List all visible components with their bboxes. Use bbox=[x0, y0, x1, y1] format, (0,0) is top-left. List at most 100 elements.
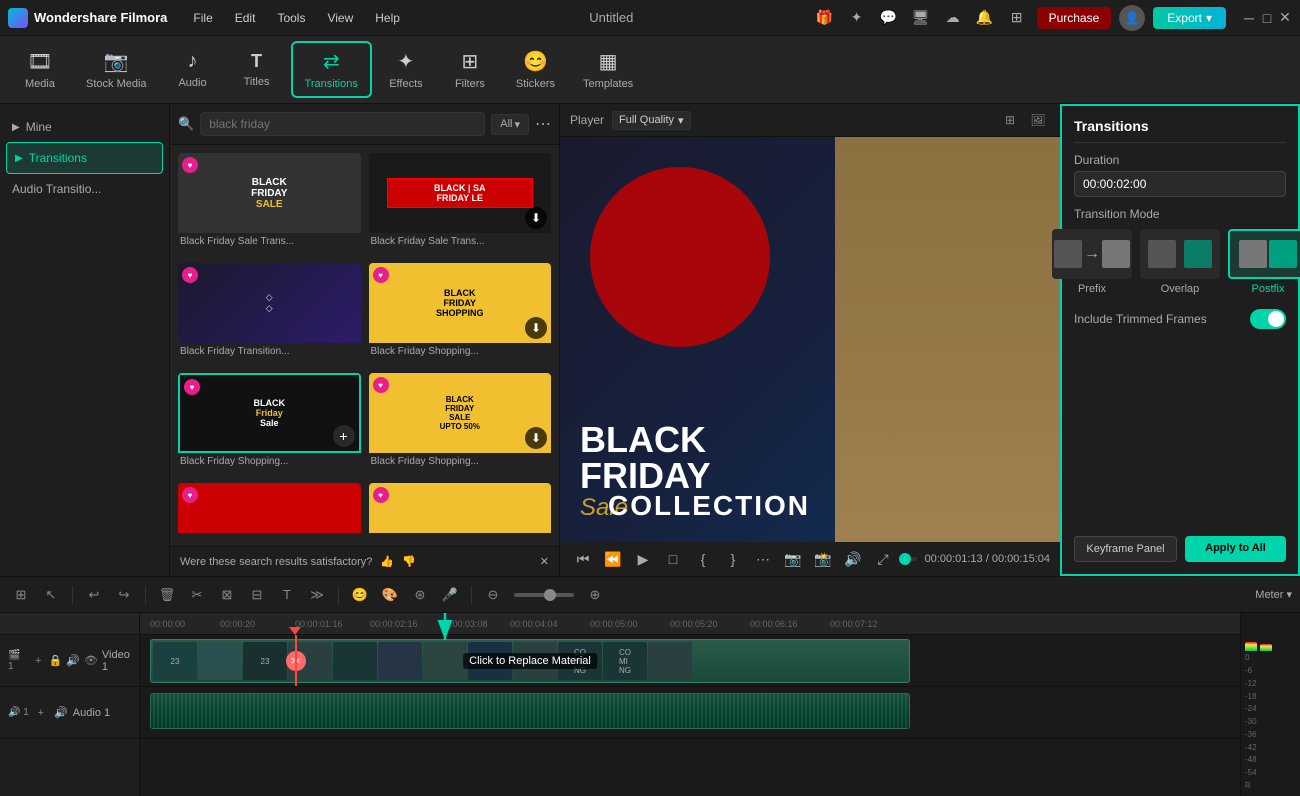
chat-icon[interactable]: 💬 bbox=[877, 6, 901, 30]
sidebar-item-transitions[interactable]: ▶ Transitions bbox=[6, 142, 163, 174]
meter-0db: 0 bbox=[1245, 653, 1296, 662]
undo-button[interactable]: ↩ bbox=[81, 582, 107, 608]
add-audio-icon[interactable]: + bbox=[33, 705, 49, 721]
video-clip-main[interactable]: 23 23 COMING COMING bbox=[150, 639, 910, 683]
menu-tools[interactable]: Tools bbox=[267, 7, 315, 29]
zoom-slider[interactable] bbox=[514, 593, 574, 597]
bell-icon[interactable]: 🔔 bbox=[973, 6, 997, 30]
close-button[interactable]: ✕ bbox=[1278, 11, 1292, 25]
stop-button[interactable]: □ bbox=[660, 546, 686, 572]
redo-button[interactable]: ↪ bbox=[111, 582, 137, 608]
filter-dropdown[interactable]: All ▾ bbox=[491, 114, 529, 135]
audio-clip-main[interactable] bbox=[150, 693, 910, 729]
sidebar-item-mine[interactable]: ▶ Mine bbox=[0, 112, 169, 142]
download-icon-4[interactable]: ⬇ bbox=[525, 317, 547, 339]
mode-option-postfix[interactable]: Postfix bbox=[1228, 229, 1300, 295]
thumbs-up-icon[interactable]: 👍 bbox=[380, 555, 394, 568]
duration-input[interactable] bbox=[1074, 171, 1286, 197]
grid-item-1[interactable]: ♥ BLACKFRIDAYSALE Black Friday Sale Tran… bbox=[178, 153, 361, 255]
video-track-num: 🎬 1 bbox=[8, 650, 28, 672]
tool-titles[interactable]: T Titles bbox=[227, 45, 287, 94]
tool-stickers[interactable]: 😊 Stickers bbox=[504, 43, 567, 96]
play-button[interactable]: ▶ bbox=[630, 546, 656, 572]
tool-audio[interactable]: ♪ Audio bbox=[163, 44, 223, 95]
go-start-button[interactable]: ⏮ bbox=[570, 546, 596, 572]
tool-effects[interactable]: ✦ Effects bbox=[376, 43, 436, 96]
add-btn-5[interactable]: + bbox=[333, 425, 355, 447]
grid-item-7[interactable]: ♥ bbox=[178, 483, 361, 538]
cloud-icon[interactable]: ☁ bbox=[941, 6, 965, 30]
timeline-cursor-button[interactable]: ↖ bbox=[38, 582, 64, 608]
minimize-button[interactable]: ─ bbox=[1242, 11, 1256, 25]
menu-view[interactable]: View bbox=[317, 7, 363, 29]
grid-item-8[interactable]: ♥ bbox=[369, 483, 552, 538]
more-tools-button[interactable]: ≫ bbox=[304, 582, 330, 608]
profile-avatar[interactable]: 👤 bbox=[1119, 5, 1145, 31]
grid-item-3[interactable]: ♥ ◇◇ Black Friday Transition... bbox=[178, 263, 361, 365]
maximize-button[interactable]: □ bbox=[1260, 11, 1274, 25]
download-icon-2[interactable]: ⬇ bbox=[525, 207, 547, 229]
thumbs-down-icon[interactable]: 👎 bbox=[402, 555, 416, 568]
zoom-out-button[interactable]: ⊖ bbox=[480, 582, 506, 608]
mask-button[interactable]: ⊛ bbox=[407, 582, 433, 608]
meter-label[interactable]: Meter ▾ bbox=[1255, 588, 1292, 601]
add-track-icon[interactable]: + bbox=[32, 653, 45, 669]
grid-item-2[interactable]: BLACK | SAFRIDAY LE ⬇ Black Friday Sale … bbox=[369, 153, 552, 255]
include-trimmed-toggle[interactable] bbox=[1250, 309, 1286, 329]
snapshot-button[interactable]: 📷 bbox=[780, 546, 806, 572]
search-input[interactable] bbox=[200, 112, 485, 136]
star-icon[interactable]: ✦ bbox=[845, 6, 869, 30]
volume-audio-icon[interactable]: 🔊 bbox=[53, 705, 69, 721]
keyframe-panel-button[interactable]: Keyframe Panel bbox=[1074, 536, 1177, 562]
quality-dropdown[interactable]: Full Quality ▾ bbox=[612, 111, 691, 130]
crop-button[interactable]: ⊠ bbox=[214, 582, 240, 608]
menu-help[interactable]: Help bbox=[365, 7, 410, 29]
export-button[interactable]: Export ▾ bbox=[1153, 7, 1226, 29]
mark-in-button[interactable]: { bbox=[690, 546, 716, 572]
track-label-content-video1: 🎬 1 + 🔒 🔊 👁 Video 1 bbox=[8, 649, 131, 673]
tool-filters[interactable]: ⊞ Filters bbox=[440, 43, 500, 96]
monitor-icon[interactable]: 🖥 bbox=[909, 6, 933, 30]
volume-track-icon[interactable]: 🔊 bbox=[66, 653, 80, 669]
record-button[interactable]: 🎤 bbox=[437, 582, 463, 608]
more-playback-button[interactable]: ⋯ bbox=[750, 546, 776, 572]
menu-file[interactable]: File bbox=[183, 7, 222, 29]
menu-edit[interactable]: Edit bbox=[225, 7, 266, 29]
face-button[interactable]: 😊 bbox=[347, 582, 373, 608]
progress-bar[interactable] bbox=[904, 557, 917, 561]
download-icon-6[interactable]: ⬇ bbox=[525, 427, 547, 449]
grid-item-5[interactable]: ♥ BLACKFridaySale + Black Friday Shoppin… bbox=[178, 373, 361, 475]
split-button[interactable]: ⊟ bbox=[244, 582, 270, 608]
lock-track-icon[interactable]: 🔒 bbox=[49, 653, 63, 669]
grid-item-6[interactable]: ♥ BLACKFRIDAYSALEUPTO 50% ⬇ Black Friday… bbox=[369, 373, 552, 475]
tool-templates[interactable]: ▦ Templates bbox=[571, 43, 645, 96]
tool-media[interactable]: 🎞 Media bbox=[10, 43, 70, 96]
tool-transitions[interactable]: ⇄ Transitions bbox=[291, 41, 372, 98]
fullscreen-button[interactable]: ⤢ bbox=[870, 546, 896, 572]
apply-to-all-button[interactable]: Apply to All bbox=[1185, 536, 1286, 562]
text-button[interactable]: T bbox=[274, 582, 300, 608]
purchase-button[interactable]: Purchase bbox=[1037, 7, 1112, 29]
eye-track-icon[interactable]: 👁 bbox=[84, 653, 98, 669]
sidebar-item-audio-transitions[interactable]: Audio Transitio... bbox=[0, 174, 169, 204]
prev-frame-button[interactable]: ⏪ bbox=[600, 546, 626, 572]
mode-option-overlap[interactable]: Overlap bbox=[1140, 229, 1220, 295]
gift-icon[interactable]: 🎁 bbox=[813, 6, 837, 30]
tool-stock-media[interactable]: 📷 Stock Media bbox=[74, 43, 159, 96]
image-view-button[interactable]: 🖼 bbox=[1026, 108, 1050, 132]
grid-item-4[interactable]: ♥ BLACKFRIDAYSHOPPING ⬇ Black Friday Sho… bbox=[369, 263, 552, 365]
timeline-grid-button[interactable]: ⊞ bbox=[8, 582, 34, 608]
color-button[interactable]: 🎨 bbox=[377, 582, 403, 608]
screenshot-button[interactable]: 📸 bbox=[810, 546, 836, 572]
mark-out-button[interactable]: } bbox=[720, 546, 746, 572]
more-options-button[interactable]: ⋯ bbox=[535, 114, 551, 134]
delete-button[interactable]: 🗑 bbox=[154, 582, 180, 608]
satisfaction-close-button[interactable]: ✕ bbox=[540, 555, 549, 568]
meter-neg42db: -42 bbox=[1245, 743, 1296, 752]
grid-view-button[interactable]: ⊞ bbox=[998, 108, 1022, 132]
audio-button[interactable]: 🔊 bbox=[840, 546, 866, 572]
mode-option-prefix[interactable]: → Prefix bbox=[1052, 229, 1132, 295]
zoom-in-button[interactable]: ⊕ bbox=[582, 582, 608, 608]
grid-icon[interactable]: ⊞ bbox=[1005, 6, 1029, 30]
scissors-button[interactable]: ✂ bbox=[184, 582, 210, 608]
